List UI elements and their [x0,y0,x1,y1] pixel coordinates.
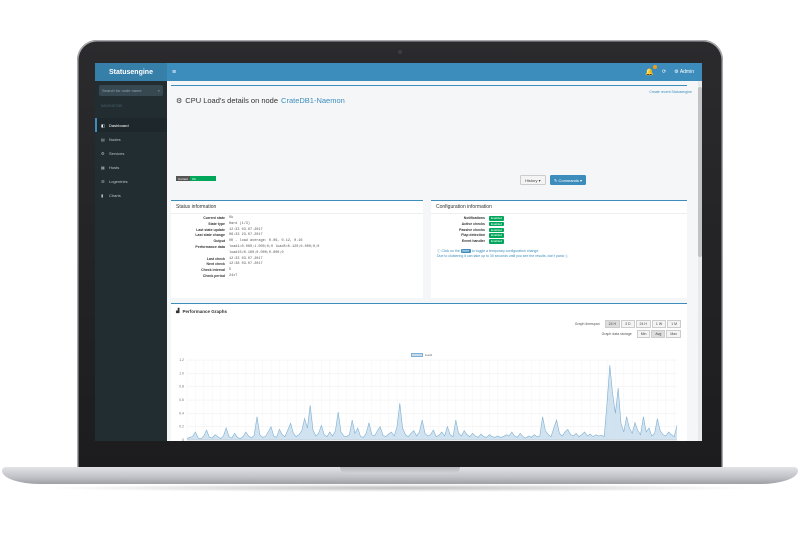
sidebar-menu: ◧ Dashboard ▤ Nodes ⚙ Services ▦ Hosts ☰ Logentri… [95,118,167,202]
search-icon[interactable]: ⌕ [158,88,160,93]
series-area-load1[interactable] [187,365,677,440]
history-button[interactable]: History ▾ [520,175,546,185]
enabled-badge[interactable]: Enabled [489,221,505,227]
laptop-notch [340,467,460,474]
sidebar-search-input[interactable]: Search for node name ⌕ [99,85,163,96]
configuration-information-title: Configuration information [431,201,687,214]
commands-icon: ✎ [553,177,558,183]
camera [398,50,402,54]
sidebar-item-label: Services [109,150,125,156]
enabled-badge[interactable]: Enabled [489,216,505,221]
scrollbar-thumb[interactable] [698,87,702,257]
sidebar-item-label: Charts [109,192,121,198]
status-label: Current [176,176,191,181]
status-row: Check period 24x7 [171,274,423,280]
y-tick-label: 0.4 [179,411,184,415]
commands-button-label: Commands [558,177,579,183]
history-button-label: History [525,177,538,183]
sidebar-item-label: Dashboard [109,122,129,128]
content-scrollbar[interactable] [698,81,702,441]
enabled-badge[interactable]: Enabled [489,227,505,233]
config-info-block: ⓘ Click on the here to toggle a temporar… [431,248,687,260]
host-icon: ▦ [101,164,105,170]
status-value-text: 12:38 03.07.2017 [229,262,263,267]
sidebar-item-label: Logentries [109,178,128,184]
sidebar-item-dashboard[interactable]: ◧ Dashboard [95,118,167,132]
info-text-b: to toggle a temporary configuration chan… [471,248,540,253]
config-row: Event handler Enabled [431,239,687,245]
y-tick-label: 1.0 [179,371,184,375]
notification-bell-icon[interactable]: 🔔 [645,65,657,76]
host-name-link[interactable]: CrateDB1-Naemon [281,96,345,105]
sidebar: Search for node name ⌕ Navigation ◧ Dashb… [95,81,167,441]
header-divider [171,85,687,86]
screen: Statusengine ≡ 🔔 ⟳ ⚙ Admin Search for no… [95,63,702,441]
main-content: Create recent Statusengine ⚙ CPU Load's … [167,81,702,441]
title-prefix: CPU Load's details on node [185,96,279,105]
cluster-info-line: Due to clustering it can take up to 30 s… [437,254,568,259]
commands-button[interactable]: ✎ Commands ▾ [550,175,586,185]
status-value: Ok [190,176,216,181]
refresh-icon[interactable]: ⟳ [662,69,666,75]
configuration-information-panel: Configuration information Notifications E… [431,200,687,298]
cog-icon: ⚙ [101,150,105,156]
sidebar-item-logentries[interactable]: ☰ Logentries [95,174,167,188]
gear-icon: ⚙ [176,97,183,105]
config-value: Enabled [489,239,505,245]
here-button[interactable]: here [460,248,471,253]
sidebar-item-services[interactable]: ⚙ Services [95,146,167,160]
current-status-badge: Current Ok [176,176,216,181]
menu-toggle-icon[interactable]: ≡ [172,69,176,76]
sidebar-search-placeholder: Search for node name [102,88,142,93]
status-key: Check period [202,273,225,278]
brand-logo[interactable]: Statusengine [95,63,167,81]
sidebar-item-label: Hosts [109,164,120,170]
laptop-shadow [40,484,760,492]
y-tick-label: 0.8 [179,385,184,389]
sidebar-item-charts[interactable]: ▮ Charts [95,188,167,202]
y-tick-label: 0 [182,438,184,441]
user-gear-icon: ⚙ [674,69,679,75]
dashboard-icon: ◧ [101,122,105,128]
status-information-list: Current state Ok State type Hard (1/3) Last … [171,214,423,280]
sidebar-item-hosts[interactable]: ▦ Hosts [95,160,167,174]
info-icon: ⓘ [437,248,441,253]
status-information-panel: Status information Current state Ok State … [171,200,423,298]
sidebar-header: Navigation [101,104,123,108]
performance-chart: 1.2 1.0 0.8 0.6 0.4 0.2 0 [179,358,678,441]
enabled-badge[interactable]: Enabled [489,239,505,244]
server-icon: ▤ [101,136,105,142]
page-title: ⚙ CPU Load's details on node CrateDB1-Na… [176,96,345,105]
user-menu[interactable]: ⚙ Admin [674,69,694,75]
notification-badge [653,65,657,69]
status-value-text: 24x7 [229,273,238,278]
navbar-right: 🔔 ⟳ ⚙ Admin [645,65,702,76]
top-navbar: Statusengine ≡ 🔔 ⟳ ⚙ Admin [95,63,702,81]
y-tick-label: 0.2 [179,425,184,429]
sidebar-item-nodes[interactable]: ▤ Nodes [95,132,167,146]
enabled-badge[interactable]: Enabled [489,233,505,238]
sidebar-item-label: Nodes [109,136,121,142]
user-name: Admin [679,69,694,75]
config-key: Event handler [461,239,485,244]
create-link[interactable]: Create recent Statusengine [649,90,692,94]
status-information-title: Status information [171,201,423,214]
configuration-list: Notifications Enabled Active checks Enabled… [431,214,687,245]
list-icon: ☰ [101,178,105,184]
y-tick-label: 0.6 [179,398,184,402]
y-tick-label: 1.2 [179,358,184,362]
performance-graphs-panel: ▟ Performance Graphs Graph timespan 24 H… [171,303,687,441]
series-line-load1[interactable] [186,365,678,440]
chart-icon: ▮ [101,192,104,198]
info-text-a: Click on the [441,248,460,253]
